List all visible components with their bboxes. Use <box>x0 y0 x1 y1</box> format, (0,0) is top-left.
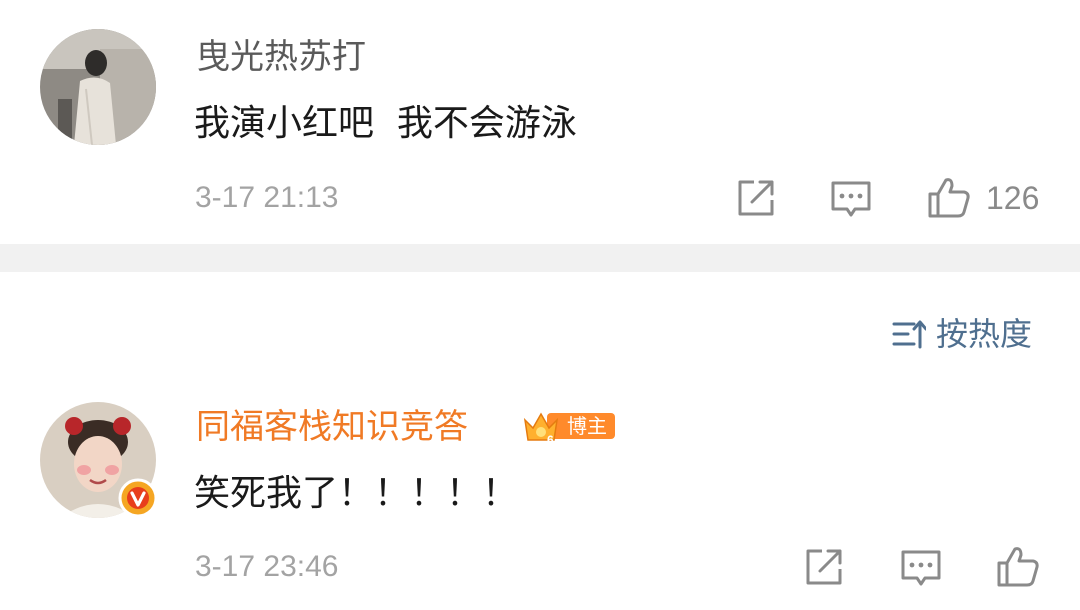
share-button[interactable] <box>802 545 846 589</box>
blogger-badge: 6 博主 <box>521 406 615 446</box>
like-button[interactable] <box>995 543 1041 589</box>
svg-text:6: 6 <box>547 433 554 446</box>
reply-button[interactable] <box>829 177 873 221</box>
comment-icon <box>831 181 871 217</box>
reply-button[interactable] <box>899 546 943 590</box>
share-icon <box>738 180 774 216</box>
username[interactable]: 同福客栈知识竞答 <box>196 407 468 447</box>
like-button[interactable] <box>926 174 972 220</box>
verified-v-icon <box>118 478 158 518</box>
sort-label: 按热度 <box>936 315 1033 353</box>
timestamp: 3-17 21:13 <box>195 181 339 214</box>
share-icon <box>806 549 842 585</box>
comment-icon <box>901 550 941 586</box>
comment-feed: 曳光热苏打 我演小红吧 我不会游泳 3-17 21:13 126 按热度 同福客… <box>0 0 1080 610</box>
avatar[interactable] <box>40 29 156 145</box>
comment-text: 我演小红吧 我不会游泳 <box>194 103 577 144</box>
comment-text: 笑死我了！！！！！ <box>194 473 519 514</box>
section-divider <box>0 244 1080 272</box>
sort-toggle[interactable]: 按热度 <box>892 312 1032 356</box>
level-crown-icon: 6 <box>523 412 559 446</box>
share-button[interactable] <box>734 176 778 220</box>
like-count: 126 <box>986 180 1040 216</box>
thumbs-up-icon <box>928 178 970 218</box>
timestamp: 3-17 23:46 <box>195 550 339 583</box>
username[interactable]: 曳光热苏打 <box>196 37 366 77</box>
avatar-image <box>40 29 156 145</box>
sort-icon <box>892 320 926 349</box>
thumbs-up-icon <box>997 547 1039 587</box>
verified-badge <box>118 478 158 518</box>
